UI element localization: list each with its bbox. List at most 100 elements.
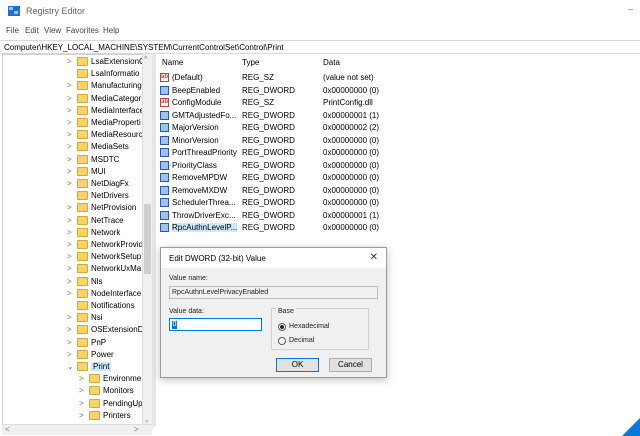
chevron-right-icon[interactable]: > <box>67 277 75 286</box>
tree-item-label[interactable]: PendingUp <box>103 399 143 408</box>
value-row[interactable]: RemoveMXDW REG_DWORD 0x00000000 (0) <box>156 185 640 197</box>
tree-item[interactable]: > Printers <box>3 410 143 422</box>
tree-item[interactable]: > LsaExtensionC <box>3 56 145 68</box>
tree-item[interactable]: > MSDTC <box>3 154 143 166</box>
tree-item-label[interactable]: NetworkSetup <box>91 252 141 261</box>
tree-item-label[interactable]: MUI <box>91 167 106 176</box>
value-name[interactable]: PortThreadPriority <box>172 148 237 157</box>
chevron-right-icon[interactable]: > <box>67 338 75 347</box>
chevron-right-icon[interactable]: > <box>67 350 75 359</box>
cancel-button[interactable]: Cancel <box>329 358 372 372</box>
tree-item[interactable]: > MediaProperti <box>3 117 143 129</box>
chevron-right-icon[interactable]: > <box>67 142 75 151</box>
chevron-right-icon[interactable]: > <box>67 81 75 90</box>
tree-item[interactable]: > MUI <box>3 166 143 178</box>
value-name[interactable]: MajorVersion <box>172 123 219 132</box>
value-row[interactable]: GMTAdjustedFo... REG_DWORD 0x00000001 (1) <box>156 110 640 122</box>
tree-item-label[interactable]: MediaCategor <box>91 94 141 103</box>
chevron-right-icon[interactable]: > <box>67 228 75 237</box>
value-row[interactable]: ab (Default) REG_SZ (value not set) <box>156 72 640 84</box>
chevron-right-icon[interactable]: > <box>79 411 87 420</box>
chevron-right-icon[interactable]: > <box>67 240 75 249</box>
tree-item-label[interactable]: MSDTC <box>91 155 119 164</box>
value-row[interactable]: MajorVersion REG_DWORD 0x00000002 (2) <box>156 122 640 134</box>
tree-item[interactable]: > NetworkUxMa <box>3 263 143 275</box>
tree-item-label[interactable]: MediaProperti <box>91 118 141 127</box>
tree-item-label[interactable]: OSExtensionD <box>91 325 143 334</box>
menu-view[interactable]: View <box>44 26 61 35</box>
scroll-left-icon[interactable]: < <box>5 425 10 434</box>
tree-item-label[interactable]: Notifications <box>91 301 135 310</box>
tree-item[interactable]: > Nls <box>3 276 143 288</box>
tree-item[interactable]: > Manufacturing <box>3 80 143 92</box>
value-name[interactable]: SchedulerThrea... <box>172 198 236 207</box>
decimal-radio[interactable] <box>278 337 286 345</box>
tree-item-label[interactable]: Network <box>91 228 120 237</box>
tree-item[interactable]: Notifications <box>3 300 143 312</box>
tree-item[interactable]: > MediaInterface <box>3 105 144 117</box>
chevron-right-icon[interactable]: > <box>67 313 75 322</box>
tree-item[interactable]: > NetProvision <box>3 202 143 214</box>
address-bar[interactable]: Computer\HKEY_LOCAL_MACHINE\SYSTEM\Curre… <box>0 40 640 54</box>
tree-item[interactable]: > Nsi <box>3 312 143 324</box>
value-name[interactable]: ThrowDriverExc... <box>172 211 236 220</box>
tree-item-label[interactable]: NetDrivers <box>91 191 129 200</box>
tree-horizontal-scrollbar[interactable]: < > <box>2 424 152 435</box>
tree-item-label[interactable]: PnP <box>91 338 106 347</box>
column-header-name[interactable]: Name <box>162 58 183 67</box>
tree-item-label[interactable]: NetworkProvid <box>91 240 143 249</box>
tree-item-label[interactable]: Power <box>91 350 114 359</box>
tree-item-label[interactable]: Printers <box>103 411 131 420</box>
tree-item-label[interactable]: NetTrace <box>91 216 124 225</box>
tree-item[interactable]: > NetworkProvid <box>3 239 143 251</box>
value-name[interactable]: ConfigModule <box>172 98 221 107</box>
tree-item[interactable]: > MediaResourc <box>3 129 143 141</box>
value-name[interactable]: GMTAdjustedFo... <box>172 111 236 120</box>
tree-item-label[interactable]: LsaInformatio <box>91 69 139 78</box>
tree-item-label[interactable]: Manufacturing <box>91 81 142 90</box>
menu-edit[interactable]: Edit <box>25 26 39 35</box>
tree-item[interactable]: > NetworkSetup <box>3 251 143 263</box>
chevron-right-icon[interactable]: > <box>67 167 75 176</box>
tree-item-label[interactable]: MediaSets <box>91 142 129 151</box>
chevron-right-icon[interactable]: > <box>79 386 87 395</box>
chevron-right-icon[interactable]: > <box>79 374 87 383</box>
hexadecimal-radio[interactable] <box>278 323 286 331</box>
chevron-right-icon[interactable]: > <box>67 216 75 225</box>
chevron-right-icon[interactable]: > <box>67 94 75 103</box>
column-header-data[interactable]: Data <box>323 58 340 67</box>
chevron-down-icon[interactable]: ⌄ <box>67 362 75 371</box>
chevron-right-icon[interactable]: > <box>79 399 87 408</box>
chevron-right-icon[interactable]: > <box>67 130 75 139</box>
value-row[interactable]: RemoveMPDW REG_DWORD 0x00000000 (0) <box>156 172 640 184</box>
value-row[interactable]: MinorVersion REG_DWORD 0x00000000 (0) <box>156 135 640 147</box>
tree-item[interactable]: > Monitors <box>3 385 143 397</box>
tree-item[interactable]: ⌄ Print <box>3 361 143 373</box>
tree-item[interactable]: > MediaSets <box>3 141 143 153</box>
minimize-button[interactable]: – <box>628 4 640 18</box>
tree-item[interactable]: > NetDiagFx <box>3 178 143 190</box>
value-name[interactable]: RemoveMPDW <box>172 173 227 182</box>
tree-item-label[interactable]: Nsi <box>91 313 103 322</box>
tree-item[interactable]: LsaInformatio <box>3 68 143 80</box>
chevron-right-icon[interactable]: > <box>67 57 75 66</box>
value-name[interactable]: BeepEnabled <box>172 86 220 95</box>
menu-favorites[interactable]: Favorites <box>66 26 99 35</box>
scroll-down-icon[interactable]: ⌄ <box>144 416 150 424</box>
tree-item-label[interactable]: Print <box>91 362 112 371</box>
tree-item-label[interactable]: Environme <box>103 374 141 383</box>
value-name[interactable]: PriorityClass <box>172 161 217 170</box>
value-row[interactable]: ThrowDriverExc... REG_DWORD 0x00000001 (1) <box>156 210 640 222</box>
column-header-type[interactable]: Type <box>242 58 259 67</box>
value-row[interactable]: BeepEnabled REG_DWORD 0x00000000 (0) <box>156 85 640 97</box>
scroll-thumb[interactable] <box>144 204 151 274</box>
menu-file[interactable]: File <box>6 26 19 35</box>
tree-item-label[interactable]: MediaResourc <box>91 130 143 139</box>
tree-item-label[interactable]: NetDiagFx <box>91 179 129 188</box>
menu-help[interactable]: Help <box>103 26 119 35</box>
value-row[interactable]: ab ConfigModule REG_SZ PrintConfig.dll <box>156 97 640 109</box>
value-name[interactable]: (Default) <box>172 73 203 82</box>
chevron-right-icon[interactable]: > <box>67 118 75 127</box>
chevron-right-icon[interactable]: > <box>67 325 75 334</box>
scroll-up-icon[interactable]: ^ <box>144 56 147 63</box>
